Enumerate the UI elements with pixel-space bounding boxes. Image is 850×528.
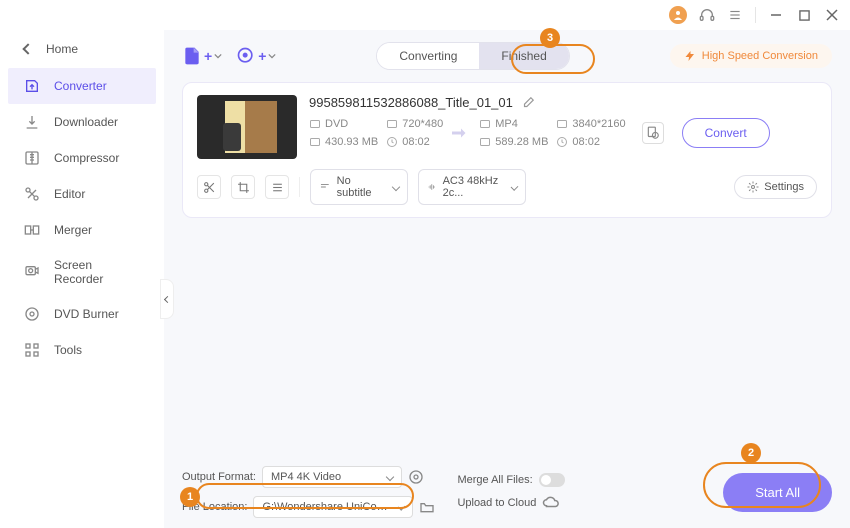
start-all-button[interactable]: Start All [723,473,832,512]
chevron-down-icon [392,183,400,191]
crop-button[interactable] [231,175,255,199]
sidebar-item-dvd[interactable]: DVD Burner [0,296,164,332]
sidebar-item-label: Compressor [54,151,119,165]
audio-dropdown[interactable]: AC3 48kHz 2c... [418,169,526,205]
output-format-dropdown[interactable]: MP4 4K Video [262,466,402,488]
thumbnail[interactable] [197,95,297,159]
chevron-down-icon [511,183,519,191]
subtitle-dropdown[interactable]: No subtitle [310,169,408,205]
merge-toggle[interactable] [539,473,565,487]
sidebar-item-tools[interactable]: Tools [0,332,164,368]
download-icon [24,114,40,130]
clock-icon [386,136,398,148]
sidebar-item-label: Downloader [54,115,118,129]
highspeed-label: High Speed Conversion [702,50,818,62]
footer: Output Format: MP4 4K Video File Locatio… [182,456,832,518]
sidebar-item-label: Merger [54,223,92,237]
sidebar-item-downloader[interactable]: Downloader [0,104,164,140]
effect-button[interactable] [265,175,289,199]
convert-button[interactable]: Convert [682,118,770,148]
close-button[interactable] [824,7,840,23]
sidebar-item-editor[interactable]: Editor [0,176,164,212]
subtitle-icon [319,181,331,193]
edit-icon[interactable] [521,96,535,110]
scissors-icon [203,181,216,194]
menu-icon[interactable] [727,7,743,23]
file-location-dropdown[interactable]: G:\Wondershare UniConverter [253,496,413,518]
file-plus-icon [182,46,202,66]
file-location-label: File Location: [182,501,247,513]
sidebar-item-label: DVD Burner [54,307,119,321]
tools-icon [24,342,40,358]
format-icon [309,118,321,130]
add-folder-button[interactable]: + [236,46,276,66]
avatar[interactable] [669,6,687,24]
minimize-button[interactable] [768,7,784,23]
editor-icon [24,186,40,202]
list-icon [271,181,284,194]
arrow-right-icon [451,123,471,143]
output-format-label: Output Format: [182,471,256,483]
size-icon [479,136,491,148]
res-icon [386,118,398,130]
recorder-icon [24,264,40,280]
highspeed-button[interactable]: High Speed Conversion [670,44,832,68]
chevron-down-icon [214,52,222,60]
size-icon [309,136,321,148]
gear-icon [747,181,759,193]
merge-label: Merge All Files: [457,474,532,486]
chevron-left-icon [22,43,33,54]
headset-icon[interactable] [699,7,715,23]
sidebar-item-converter[interactable]: Converter [8,68,156,104]
tab-switcher: Converting Finished [376,42,569,70]
file-gear-icon [646,126,660,140]
sidebar-collapse[interactable] [160,279,174,319]
titlebar [0,0,850,30]
clock-icon [556,136,568,148]
toolbar: + + Converting Finished High Speed Conve… [182,42,832,70]
sidebar: Home Converter Downloader Compressor Edi… [0,30,164,528]
lightning-icon [684,50,696,62]
output-gear-icon[interactable] [408,469,424,485]
chevron-down-icon [268,52,276,60]
crop-icon [237,181,250,194]
home-back[interactable]: Home [0,38,164,68]
disc-plus-icon [236,46,256,66]
sidebar-item-compressor[interactable]: Compressor [0,140,164,176]
compressor-icon [24,150,40,166]
trim-button[interactable] [197,175,221,199]
add-file-button[interactable]: + [182,46,222,66]
file-title: 995859811532886088_Title_01_01 [309,95,513,110]
disc-icon [24,306,40,322]
upload-label: Upload to Cloud [457,497,536,509]
file-settings-button[interactable] [642,122,664,144]
converter-icon [24,78,40,94]
chevron-left-icon [163,295,170,302]
chevron-down-icon [386,473,394,481]
home-label: Home [46,42,78,56]
sidebar-item-label: Editor [54,187,85,201]
cloud-icon[interactable] [542,495,560,511]
audio-icon [427,181,437,193]
chevron-down-icon [398,503,406,511]
res-icon [556,118,568,130]
tab-finished[interactable]: Finished [479,43,568,69]
sidebar-item-merger[interactable]: Merger [0,212,164,248]
main-panel: + + Converting Finished High Speed Conve… [164,30,850,528]
sidebar-item-label: Screen Recorder [54,258,140,286]
settings-button[interactable]: Settings [734,175,817,199]
sidebar-item-label: Tools [54,343,82,357]
format-icon [479,118,491,130]
sidebar-item-label: Converter [54,79,107,93]
tab-converting[interactable]: Converting [377,43,479,69]
sidebar-item-recorder[interactable]: Screen Recorder [0,248,164,296]
file-card: 995859811532886088_Title_01_01 DVD 430.9… [182,82,832,218]
maximize-button[interactable] [796,7,812,23]
open-folder-button[interactable] [419,499,435,515]
merger-icon [24,222,40,238]
